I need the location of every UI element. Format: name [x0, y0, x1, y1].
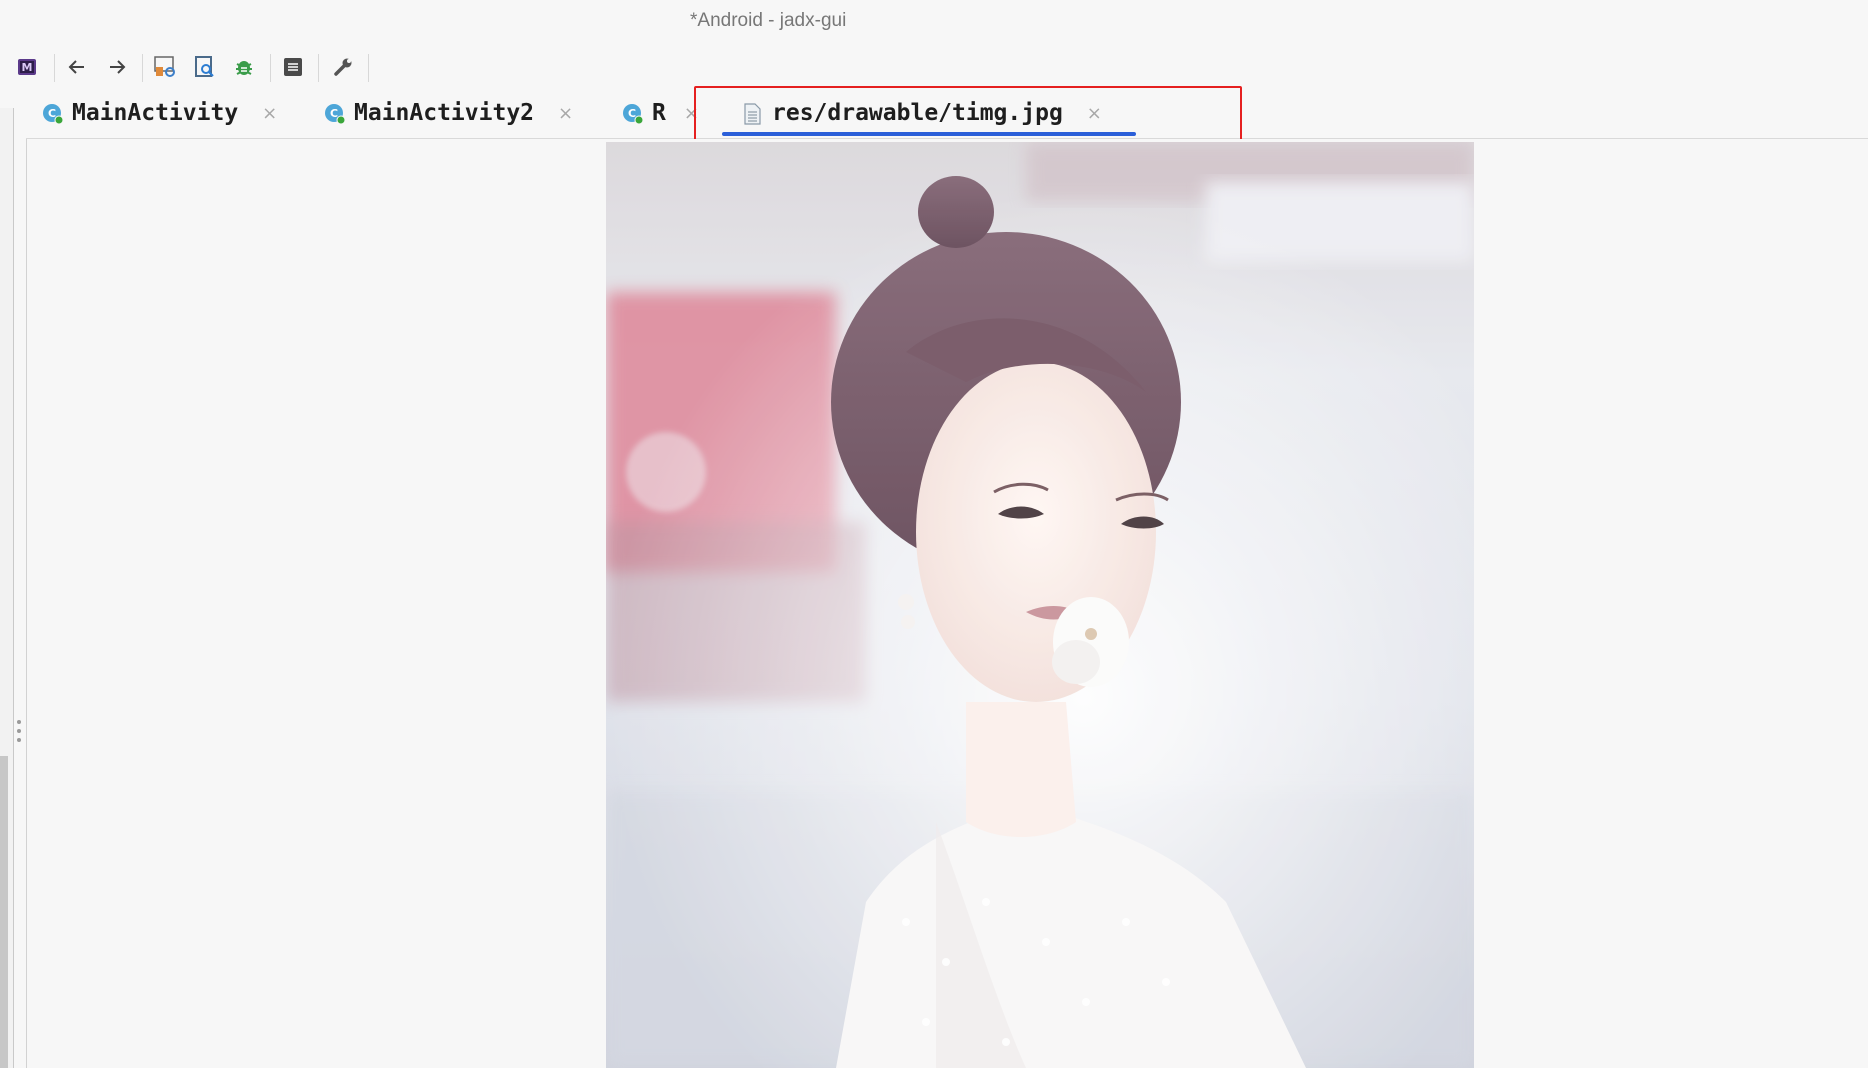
preferences-icon[interactable]	[330, 54, 356, 80]
splitter-grip-dot[interactable]	[17, 738, 21, 742]
debug-icon[interactable]	[231, 54, 257, 80]
close-icon[interactable]: ×	[262, 103, 277, 124]
back-icon[interactable]	[64, 54, 90, 80]
class-icon: C	[622, 103, 644, 125]
svg-text:M: M	[22, 61, 33, 74]
window-title: *Android - jadx-gui	[690, 10, 847, 31]
close-icon[interactable]: ×	[558, 103, 573, 124]
image-preview	[606, 142, 1474, 1068]
tab-label: R	[652, 100, 666, 126]
main-toolbar: M	[0, 46, 1868, 88]
tab-r[interactable]: C R ×	[622, 90, 699, 136]
splitter-grip-dot[interactable]	[17, 720, 21, 724]
deobfuscation-icon[interactable]	[152, 54, 178, 80]
highlight-annotation	[694, 86, 1242, 142]
forward-icon[interactable]	[104, 54, 130, 80]
log-viewer-icon[interactable]	[280, 54, 306, 80]
tab-mainactivity[interactable]: C MainActivity ×	[42, 90, 277, 136]
class-icon: C	[324, 103, 346, 125]
window-titlebar: *Android - jadx-gui	[0, 0, 1868, 44]
svg-text:C: C	[48, 107, 56, 120]
tab-label: MainActivity	[72, 100, 239, 126]
photo-woman-portrait	[606, 142, 1474, 1068]
left-scrollbar[interactable]	[0, 756, 8, 1068]
svg-text:C: C	[330, 107, 338, 120]
svg-text:C: C	[628, 107, 636, 120]
tab-label: MainActivity2	[354, 100, 535, 126]
find-icon[interactable]	[192, 54, 218, 80]
sync-tree-icon[interactable]: M	[14, 54, 40, 80]
tab-mainactivity2[interactable]: C MainActivity2 ×	[324, 90, 573, 136]
splitter-grip-dot[interactable]	[17, 729, 21, 733]
class-icon: C	[42, 103, 64, 125]
